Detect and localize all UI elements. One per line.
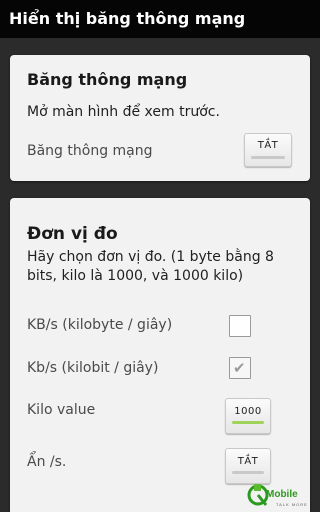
units-card: Đơn vị đo Hãy chọn đơn vị đo. (1 byte bằ… bbox=[10, 198, 310, 512]
units-card-title: Đơn vị đo bbox=[27, 224, 118, 244]
hide-per-second-button-label: TẮT bbox=[237, 456, 259, 467]
kilo-value-button[interactable]: 1000 bbox=[225, 398, 271, 434]
hide-per-second-indicator bbox=[232, 471, 264, 474]
bandwidth-toggle-button-label: TẮT bbox=[257, 140, 279, 151]
app-titlebar: Hiển thị băng thông mạng bbox=[0, 0, 320, 38]
toggle-indicator bbox=[251, 156, 285, 159]
kilo-value-text: 1000 bbox=[234, 406, 262, 417]
hide-per-second-button[interactable]: TẮT bbox=[225, 448, 271, 484]
units-card-description: Hãy chọn đơn vị đo. (1 byte bằng 8 bits,… bbox=[27, 249, 274, 284]
bandwidth-toggle-label: Băng thông mạng bbox=[27, 143, 153, 159]
bandwidth-toggle-button[interactable]: TẮT bbox=[244, 133, 292, 167]
hide-per-second-label: Ẩn /s. bbox=[27, 454, 67, 470]
kilo-value-label: Kilo value bbox=[27, 402, 96, 418]
kilo-value-indicator bbox=[232, 421, 264, 424]
bandwidth-card-title: Băng thông mạng bbox=[27, 70, 188, 89]
watermark-logo: Mobile TALK MORE bbox=[246, 481, 318, 511]
unit-kbytes-checkbox[interactable] bbox=[229, 315, 251, 337]
unit-kbytes-label: KB/s (kilobyte / giây) bbox=[27, 317, 173, 333]
unit-kbits-label: Kb/s (kilobit / giây) bbox=[27, 360, 159, 376]
unit-kbits-checkbox[interactable]: ✔ bbox=[229, 357, 251, 379]
bandwidth-card: Băng thông mạng Mở màn hình để xem trước… bbox=[10, 55, 310, 181]
watermark-brand: Mobile bbox=[266, 489, 298, 500]
page-title: Hiển thị băng thông mạng bbox=[9, 9, 246, 28]
watermark-tagline: TALK MORE bbox=[276, 502, 308, 507]
bandwidth-card-description: Mở màn hình để xem trước. bbox=[27, 104, 220, 120]
check-icon: ✔ bbox=[233, 359, 246, 377]
